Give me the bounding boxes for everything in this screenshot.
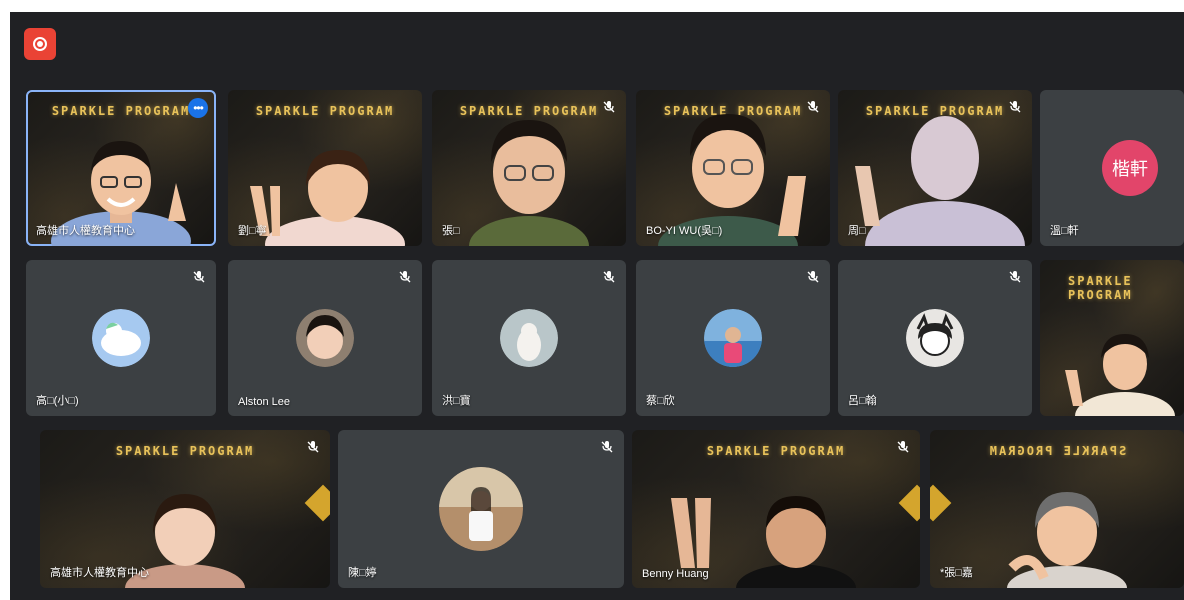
- participant-tile[interactable]: Alston Lee: [228, 260, 422, 416]
- participant-tile[interactable]: 蔡□欣: [636, 260, 830, 416]
- mic-off-icon: [807, 271, 819, 283]
- avatar: [92, 309, 150, 367]
- mic-off-icon: [603, 101, 615, 113]
- participant-tile[interactable]: SPARKLE PROGRAM *張□嘉: [930, 430, 1184, 588]
- avatar: [500, 309, 558, 367]
- mic-off-icon: [307, 441, 319, 453]
- participant-name: 陳□婷: [348, 567, 377, 579]
- participant-tile[interactable]: SPARKLE PROGRAM Benny Huang: [632, 430, 920, 588]
- participant-tile[interactable]: SPARKLE PROGRAM 周□: [838, 90, 1032, 246]
- banner-text: SPARKLE PROGRAM: [1068, 274, 1133, 302]
- participant-name: *張□嘉: [940, 567, 973, 579]
- participant-name: 高雄市人權教育中心: [50, 567, 149, 579]
- participant-name: 呂□翰: [848, 395, 877, 407]
- banner-text: SPARKLE PROGRAM: [115, 444, 255, 458]
- decor-diamond: [304, 484, 330, 522]
- participant-tile[interactable]: 洪□寶: [432, 260, 626, 416]
- banner-text: SPARKLE PROGRAM: [987, 444, 1127, 458]
- participant-video: [469, 120, 589, 246]
- avatar: [296, 309, 354, 367]
- participant-video: [1007, 492, 1127, 588]
- participant-tile[interactable]: SPARKLE PROGRAM 高雄市人權教育中心: [40, 430, 330, 588]
- participant-tile[interactable]: SPARKLE PROGRAM 張□: [432, 90, 626, 246]
- participant-video: [1065, 334, 1175, 416]
- decor-diamond: [930, 484, 952, 522]
- participant-name: 洪□寶: [442, 395, 471, 407]
- mic-off-icon: [603, 271, 615, 283]
- participant-name: 劉□寧: [238, 225, 267, 237]
- participant-tile[interactable]: 高□(小□): [26, 260, 216, 416]
- mic-off-icon: [897, 441, 909, 453]
- participant-tile[interactable]: 楷軒 溫□軒: [1040, 90, 1184, 246]
- participant-name: 溫□軒: [1050, 225, 1079, 237]
- participant-name: 高雄市人權教育中心: [36, 225, 135, 237]
- banner-text: SPARKLE PROGRAM: [255, 104, 395, 118]
- participant-name: 高□(小□): [36, 395, 79, 407]
- meet-window: SPARKLE PROGRAM ••• 高雄市人權教育中心 SPARKLE PR…: [10, 12, 1184, 600]
- mic-off-icon: [399, 271, 411, 283]
- record-icon[interactable]: [24, 28, 56, 60]
- avatar: [439, 467, 523, 551]
- mic-off-icon: [193, 271, 205, 283]
- participant-tile[interactable]: SPARKLE PROGRAM BO-YI WU(吳□): [636, 90, 830, 246]
- participant-tile[interactable]: SPARKLE PROGRAM: [1040, 260, 1184, 416]
- banner-text: SPARKLE PROGRAM: [706, 444, 846, 458]
- avatar: [704, 309, 762, 367]
- participant-name: 張□: [442, 225, 460, 237]
- participant-tile[interactable]: SPARKLE PROGRAM ••• 高雄市人權教育中心: [26, 90, 216, 246]
- participant-name: BO-YI WU(吳□): [646, 225, 723, 237]
- avatar: [906, 309, 964, 367]
- participant-video: [855, 116, 1025, 246]
- participant-name: 周□: [848, 225, 866, 237]
- participant-name: Benny Huang: [642, 568, 709, 580]
- mic-off-icon: [1009, 271, 1021, 283]
- participant-name: 蔡□欣: [646, 395, 675, 407]
- mic-off-icon: [601, 441, 613, 453]
- avatar: 楷軒: [1102, 140, 1158, 196]
- participant-tile[interactable]: SPARKLE PROGRAM 劉□寧: [228, 90, 422, 246]
- decor-diamond: [898, 484, 920, 522]
- more-options-button[interactable]: •••: [188, 98, 208, 118]
- participant-tile[interactable]: 呂□翰: [838, 260, 1032, 416]
- participant-name: Alston Lee: [238, 396, 290, 408]
- participant-tile[interactable]: 陳□婷: [338, 430, 624, 588]
